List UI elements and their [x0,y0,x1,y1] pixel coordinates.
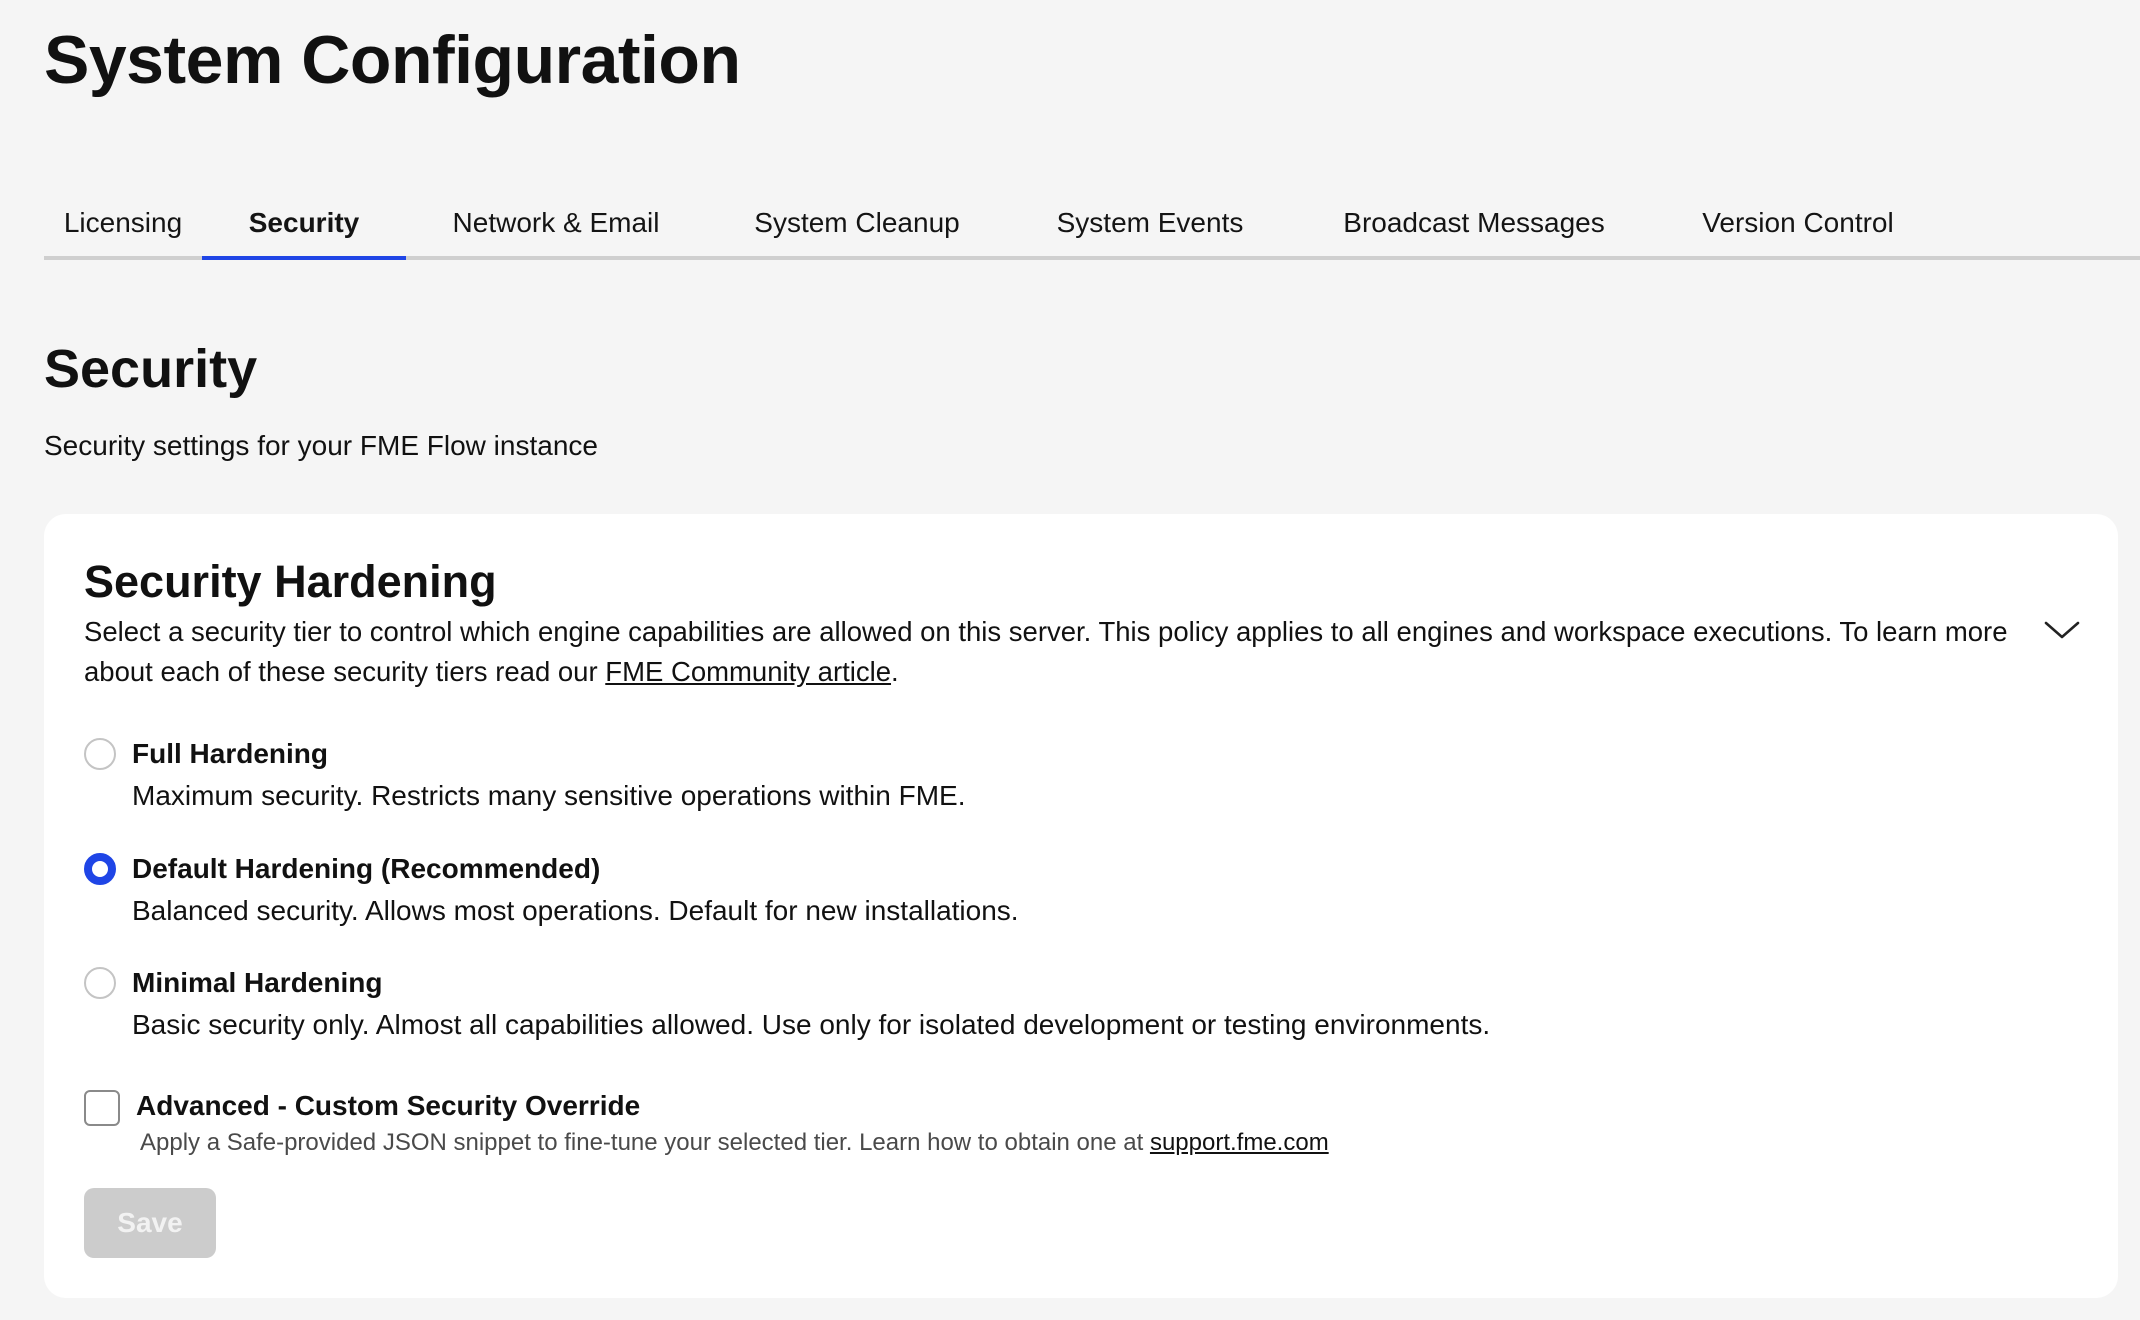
fme-community-article-link[interactable]: FME Community article [605,656,891,687]
tab-security[interactable]: Security [202,190,406,260]
radio-minimal-hardening[interactable] [84,967,116,999]
checkbox-hint-text: Apply a Safe-provided JSON snippet to fi… [140,1129,1150,1156]
tab-bar: Licensing Security Network & Email Syste… [44,190,2140,260]
tab-system-cleanup[interactable]: System Cleanup [706,190,1008,256]
section-subtitle: Security settings for your FME Flow inst… [44,430,598,461]
radio-description: Balanced security. Allows most operation… [132,895,1019,926]
tab-licensing[interactable]: Licensing [44,190,202,256]
radio-default-hardening[interactable] [84,853,116,885]
radio-label: Minimal Hardening [132,967,383,998]
checkbox-hint: Apply a Safe-provided JSON snippet to fi… [140,1128,1329,1158]
card-title: Security Hardening [84,556,497,607]
custom-override-checkbox[interactable] [84,1090,120,1126]
card-description-end: . [891,656,899,687]
card-description-text: Select a security tier to control which … [84,616,2008,687]
card-description: Select a security tier to control which … [84,612,2064,692]
checkbox-label: Advanced - Custom Security Override [136,1090,641,1121]
save-button[interactable]: Save [84,1188,216,1258]
radio-full-hardening[interactable] [84,738,116,770]
security-hardening-card: Security Hardening Select a security tie… [44,514,2118,1298]
radio-description: Basic security only. Almost all capabili… [132,1009,1491,1040]
support-fme-link[interactable]: support.fme.com [1150,1129,1329,1156]
page-title: System Configuration [44,22,741,98]
page: System Configuration Licensing Security … [44,0,2140,1320]
tab-system-events[interactable]: System Events [1008,190,1292,256]
radio-label: Full Hardening [132,738,328,769]
tab-broadcast-messages[interactable]: Broadcast Messages [1292,190,1656,256]
section-title: Security [44,339,258,399]
tab-version-control[interactable]: Version Control [1656,190,1940,256]
radio-description: Maximum security. Restricts many sensiti… [132,780,966,811]
radio-label: Default Hardening (Recommended) [132,853,601,884]
tab-network-email[interactable]: Network & Email [406,190,706,256]
